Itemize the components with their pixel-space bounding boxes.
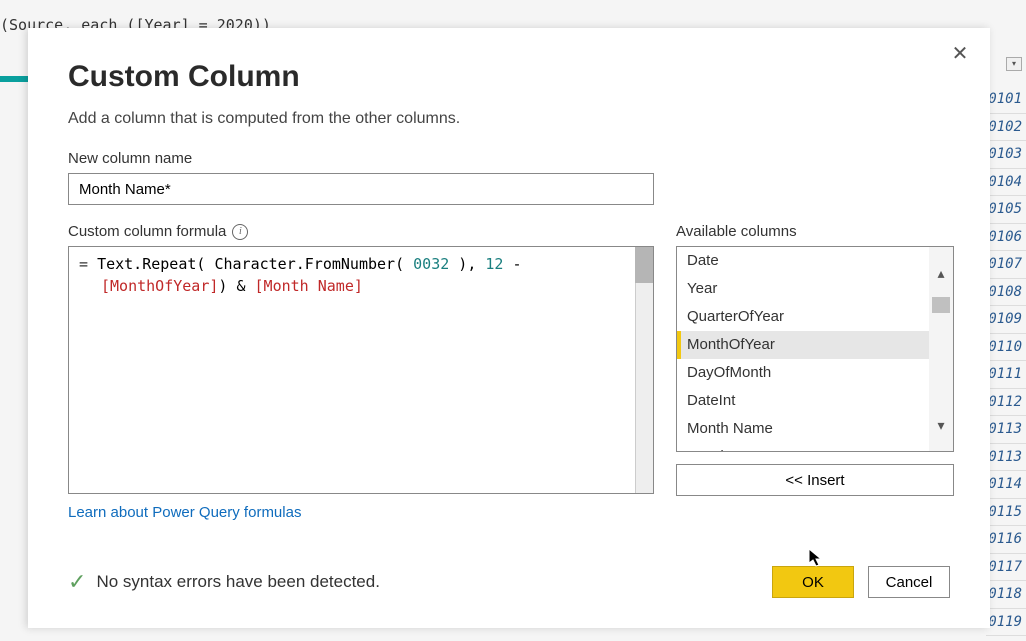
dialog-subtitle: Add a column that is computed from the o… [68,110,950,128]
bg-data-cell: 0111 [986,361,1026,389]
scroll-down-icon[interactable]: ▾ [929,411,953,439]
col-name-input[interactable] [68,173,654,205]
bg-data-cell: 0118 [986,581,1026,609]
bg-data-cell: 0116 [986,526,1026,554]
learn-link[interactable]: Learn about Power Query formulas [68,504,301,521]
bg-data-cell: 0109 [986,306,1026,334]
avail-item[interactable]: Month Name [677,415,929,443]
formula-text: Text.Repeat( Character.FromNumber( [97,255,413,273]
bg-data-cell: 0117 [986,554,1026,582]
avail-item[interactable]: DateInt [677,387,929,415]
formula-ref: [Month Name] [255,277,363,295]
formula-label: Custom column formula i [68,223,654,240]
bg-column-dropdown[interactable]: ▾ [1006,57,1022,71]
bg-data-cell: 0105 [986,196,1026,224]
check-icon: ✓ [68,569,86,595]
formula-text: ) & [218,277,254,295]
syntax-status: ✓ No syntax errors have been detected. [68,569,380,595]
avail-item[interactable]: Month & Year [677,443,929,452]
formula-text: ), [449,255,485,273]
avail-item[interactable]: QuarterOfYear [677,303,929,331]
dialog-title: Custom Column [68,60,950,94]
bg-accent-bar [0,76,28,82]
bg-data-cell: 0114 [986,471,1026,499]
insert-button[interactable]: << Insert [676,464,954,496]
formula-label-text: Custom column formula [68,223,226,240]
avail-item[interactable]: Year [677,275,929,303]
avail-scrollbar[interactable]: ▴ ▾ [929,247,953,451]
formula-eq: = [79,255,97,273]
avail-item[interactable]: MonthOfYear [677,331,929,359]
bg-data-cell: 0106 [986,224,1026,252]
close-icon[interactable]: ✕ [948,42,972,66]
formula-scroll-thumb[interactable] [635,247,653,283]
cancel-button[interactable]: Cancel [868,566,950,598]
avail-item[interactable]: Date [677,247,929,275]
ok-button[interactable]: OK [772,566,854,598]
bg-data-cell: 0108 [986,279,1026,307]
avail-label: Available columns [676,223,954,240]
available-columns-list[interactable]: DateYearQuarterOfYearMonthOfYearDayOfMon… [676,246,954,452]
formula-ref: [MonthOfYear] [101,277,218,295]
bg-data-cell: 0112 [986,389,1026,417]
scroll-up-icon[interactable]: ▴ [929,259,953,287]
formula-text: - [503,255,521,273]
avail-scroll-thumb[interactable] [932,297,950,313]
formula-scrollbar[interactable] [635,247,653,493]
bg-data-cell: 0107 [986,251,1026,279]
status-text: No syntax errors have been detected. [96,572,380,592]
info-icon[interactable]: i [232,224,248,240]
avail-item[interactable]: DayOfMonth [677,359,929,387]
bg-data-cell: 0119 [986,609,1026,637]
custom-column-dialog: ✕ Custom Column Add a column that is com… [28,28,990,628]
bg-data-cell: 0103 [986,141,1026,169]
bg-data-cell: 0104 [986,169,1026,197]
bg-data-column: 0101010201030104010501060107010801090110… [986,86,1026,636]
col-name-label: New column name [68,150,950,167]
formula-num: 12 [485,255,503,273]
bg-data-cell: 0110 [986,334,1026,362]
formula-num: 0032 [413,255,449,273]
bg-data-cell: 0101 [986,86,1026,114]
bg-data-cell: 0113 [986,416,1026,444]
bg-data-cell: 0102 [986,114,1026,142]
bg-data-cell: 0113 [986,444,1026,472]
formula-editor[interactable]: = Text.Repeat( Character.FromNumber( 003… [68,246,654,494]
bg-data-cell: 0115 [986,499,1026,527]
